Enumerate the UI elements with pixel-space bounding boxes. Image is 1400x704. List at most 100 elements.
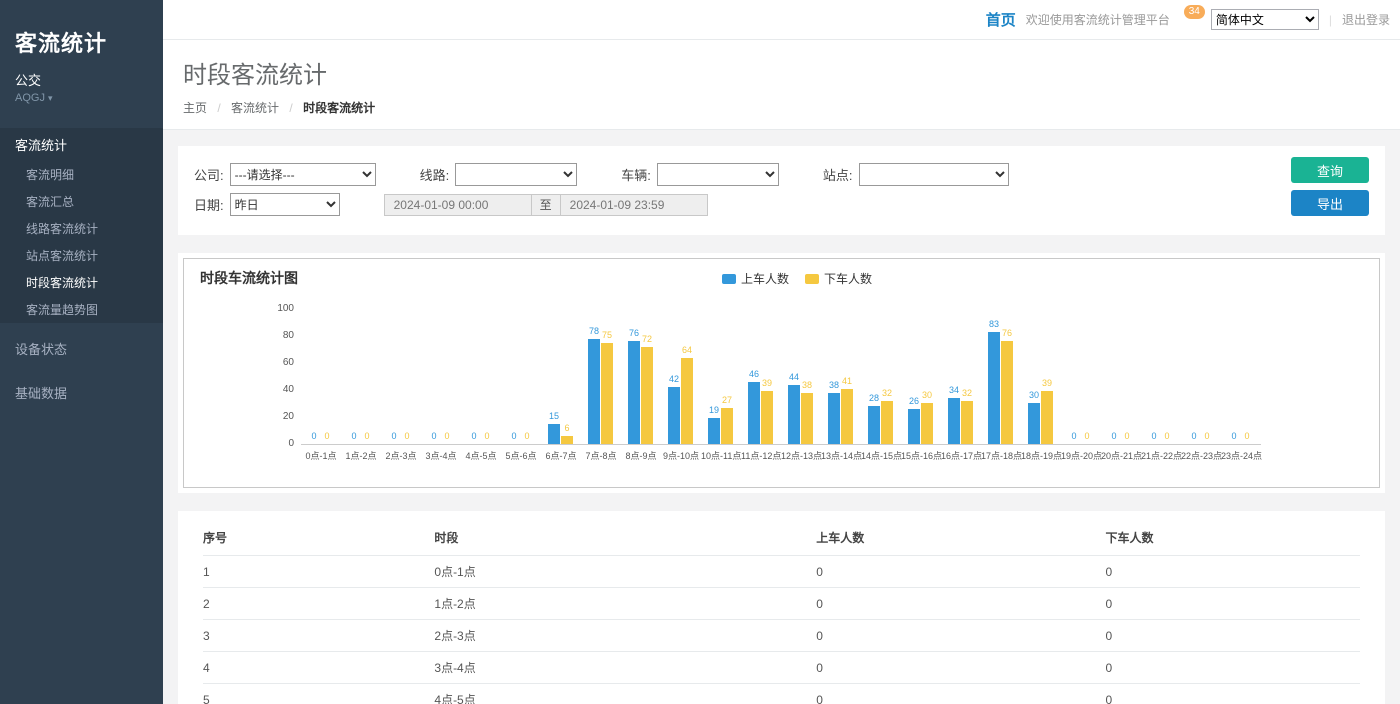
sidebar-item-passenger-detail[interactable]: 客流明细 [0,161,163,188]
bar-value-label: 72 [634,334,660,344]
y-axis-tick-label: 20 [258,411,294,422]
bar-value-label: 0 [474,431,500,441]
table-cell: 0 [1105,556,1360,588]
sidebar-item-device-status[interactable]: 设备状态 [0,330,163,367]
sidebar-item-passenger-summary[interactable]: 客流汇总 [0,188,163,215]
sidebar-item-base-data[interactable]: 基础数据 [0,374,163,411]
bar-value-label: 0 [1114,431,1140,441]
x-axis-category-label: 4点-5点 [461,449,501,462]
line-filter: 线路: [420,163,578,186]
table-row: 21点-2点00 [203,588,1360,620]
org-code-dropdown[interactable]: AQGJ▾ [0,89,163,104]
x-axis-category-label: 5点-6点 [501,449,541,462]
chart-bar [748,382,760,444]
page-title: 时段客流统计 [183,55,1380,90]
sidebar-item-period-stats[interactable]: 时段客流统计 [0,269,163,296]
bar-value-label: 32 [874,388,900,398]
header-boarding: 上车人数 [816,519,1105,556]
chart-bar [788,385,800,444]
x-axis-category-label: 13点-14点 [821,449,861,462]
x-axis-category-label: 12点-13点 [781,449,821,462]
table-cell: 0 [1105,684,1360,704]
home-link[interactable]: 首页 [986,9,1016,30]
breadcrumb-current: 时段客流统计 [303,101,375,115]
bar-value-label: 0 [434,431,460,441]
company-filter: 公司: ---请选择--- [194,163,376,186]
org-code-label: AQGJ [15,92,45,104]
logout-link[interactable]: 退出登录 [1342,11,1390,28]
date-preset-select[interactable]: 昨日 [230,193,340,216]
x-axis-category-label: 11点-12点 [741,449,781,462]
breadcrumb-passenger-stats[interactable]: 客流统计 [231,101,279,115]
org-name: 公交 [0,58,163,89]
bar-value-label: 41 [834,376,860,386]
sidebar-item-trend-chart[interactable]: 客流量趋势图 [0,296,163,323]
legend-item[interactable]: 下车人数 [805,270,872,287]
result-table-panel: 序号 时段 上车人数 下车人数 10点-1点0021点-2点0032点-3点00… [178,511,1385,704]
legend-swatch [805,274,819,284]
date-start-input[interactable] [384,194,532,216]
chart-panel: 时段车流统计图 上车人数下车人数 0204060801000点-1点001点-2… [178,253,1385,493]
legend-item[interactable]: 上车人数 [722,270,789,287]
notification-badge[interactable]: 34 [1184,5,1205,19]
chart-bar [908,409,920,444]
date-filter: 日期: 昨日 [194,193,340,216]
bar-value-label: 32 [954,388,980,398]
chart-bar [868,406,880,444]
chart-scroll-container[interactable]: 时段车流统计图 上车人数下车人数 0204060801000点-1点001点-2… [183,258,1380,488]
export-button[interactable]: 导出 [1291,190,1369,216]
station-select[interactable] [859,163,1009,186]
table-row: 32点-3点00 [203,620,1360,652]
result-table: 序号 时段 上车人数 下车人数 10点-1点0021点-2点0032点-3点00… [203,519,1360,704]
query-button[interactable]: 查询 [1291,157,1369,183]
bar-value-label: 0 [314,431,340,441]
bar-value-label: 0 [1154,431,1180,441]
table-cell: 0 [816,588,1105,620]
vehicle-filter: 车辆: [621,163,779,186]
sidebar-item-line-stats[interactable]: 线路客流统计 [0,215,163,242]
bar-value-label: 15 [541,411,567,421]
legend-label: 上车人数 [741,270,789,287]
chart-bar [841,389,853,444]
chart-bar [1041,391,1053,444]
x-axis-category-label: 19点-20点 [1061,449,1101,462]
bar-value-label: 64 [674,345,700,355]
line-select[interactable] [455,163,577,186]
x-axis-category-label: 16点-17点 [941,449,981,462]
x-axis-line [301,444,1261,445]
y-axis-tick-label: 100 [258,303,294,314]
date-end-input[interactable] [560,194,708,216]
sidebar: 客流统计 公交 AQGJ▾ 客流统计 客流明细 客流汇总 线路客流统计 站点客流… [0,0,163,704]
vehicle-select[interactable] [657,163,779,186]
bar-value-label: 0 [514,431,540,441]
topbar: 首页 欢迎使用客流统计管理平台 34 简体中文 | 退出登录 [163,0,1400,40]
chart-bar [561,436,573,444]
x-axis-category-label: 1点-2点 [341,449,381,462]
content: 公司: ---请选择--- 线路: 车辆: 站点: [163,130,1400,704]
x-axis-category-label: 20点-21点 [1101,449,1141,462]
chart-bar [681,358,693,444]
breadcrumb-home[interactable]: 主页 [183,101,207,115]
sidebar-item-station-stats[interactable]: 站点客流统计 [0,242,163,269]
chart-bar [721,408,733,444]
chart-legend: 上车人数下车人数 [722,270,872,287]
sidebar-nav: 客流统计 客流明细 客流汇总 线路客流统计 站点客流统计 时段客流统计 客流量趋… [0,128,163,411]
sidebar-item-passenger-stats[interactable]: 客流统计 [0,128,163,161]
topbar-divider: | [1329,13,1332,27]
x-axis-category-label: 7点-8点 [581,449,621,462]
y-axis-tick-label: 80 [258,330,294,341]
date-to-label: 至 [531,194,561,216]
station-label: 站点: [823,165,853,184]
language-select[interactable]: 简体中文 [1211,9,1319,30]
table-cell: 3 [203,620,434,652]
table-cell: 2点-3点 [434,620,816,652]
table-cell: 0 [1105,588,1360,620]
chart-canvas: 时段车流统计图 上车人数下车人数 0204060801000点-1点001点-2… [184,259,1380,488]
bar-value-label: 30 [914,390,940,400]
table-row: 10点-1点00 [203,556,1360,588]
table-cell: 0 [816,556,1105,588]
table-cell: 4 [203,652,434,684]
bar-value-label: 76 [994,328,1020,338]
chart-bar [961,401,973,444]
company-select[interactable]: ---请选择--- [230,163,376,186]
